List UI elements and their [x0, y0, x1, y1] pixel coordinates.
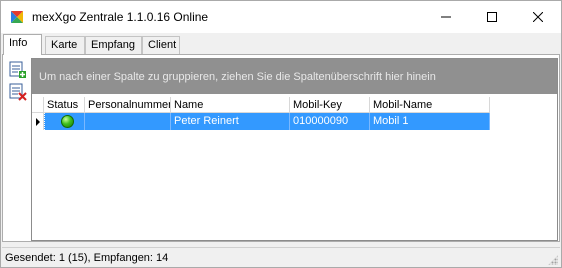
app-logo-icon — [9, 9, 25, 25]
column-header-personalnummer[interactable]: Personalnummer — [85, 97, 171, 113]
tab-strip: Info Karte Empfang Client — [2, 34, 560, 55]
tab-info[interactable]: Info — [3, 34, 42, 55]
maximize-icon — [487, 12, 497, 22]
minimize-icon — [441, 16, 451, 18]
close-icon — [533, 12, 543, 22]
add-record-icon — [9, 61, 26, 78]
add-record-button[interactable] — [9, 61, 27, 79]
column-header-status[interactable]: Status — [44, 97, 85, 113]
delete-record-icon — [9, 83, 27, 101]
minimize-button[interactable] — [423, 1, 469, 33]
tab-empfang[interactable]: Empfang — [85, 36, 142, 54]
delete-record-button[interactable] — [9, 83, 27, 101]
status-text: Gesendet: 1 (15), Empfangen: 14 — [5, 252, 169, 264]
resize-grip-icon[interactable] — [548, 255, 558, 265]
table-row[interactable]: Peter Reinert 010000090 Mobil 1 — [32, 113, 491, 130]
window-title: mexXgo Zentrale 1.1.0.16 Online — [32, 10, 209, 24]
column-header-name[interactable]: Name — [171, 97, 290, 113]
cell-mobil-name[interactable]: Mobil 1 — [370, 113, 490, 130]
tab-client[interactable]: Client — [142, 36, 180, 54]
close-button[interactable] — [515, 1, 561, 33]
cell-name[interactable]: Peter Reinert — [171, 113, 290, 130]
column-header-mobil-key[interactable]: Mobil-Key — [290, 97, 370, 113]
group-hint-text: Um nach einer Spalte zu gruppieren, zieh… — [39, 71, 436, 83]
row-indicator — [32, 113, 44, 130]
row-indicator-header — [32, 97, 44, 113]
cell-personalnummer[interactable] — [85, 113, 171, 130]
cell-mobil-key[interactable]: 010000090 — [290, 113, 370, 130]
row-pointer-icon — [36, 118, 40, 126]
status-bar: Gesendet: 1 (15), Empfangen: 14 — [2, 247, 560, 267]
main-window: mexXgo Zentrale 1.1.0.16 Online Info Kar… — [0, 0, 562, 268]
group-by-area[interactable]: Um nach einer Spalte zu gruppieren, zieh… — [32, 59, 557, 94]
data-grid: Um nach einer Spalte zu gruppieren, zieh… — [31, 58, 558, 241]
grid-body: Status Personalnummer Name Mobil-Key Mob… — [32, 94, 557, 240]
status-online-icon — [61, 115, 74, 128]
tab-karte[interactable]: Karte — [45, 36, 85, 54]
column-header-mobil-name[interactable]: Mobil-Name — [370, 97, 490, 113]
info-panel: Um nach einer Spalte zu gruppieren, zieh… — [2, 54, 560, 242]
title-bar[interactable]: mexXgo Zentrale 1.1.0.16 Online — [1, 1, 561, 33]
maximize-button[interactable] — [469, 1, 515, 33]
cell-status[interactable] — [44, 113, 85, 130]
